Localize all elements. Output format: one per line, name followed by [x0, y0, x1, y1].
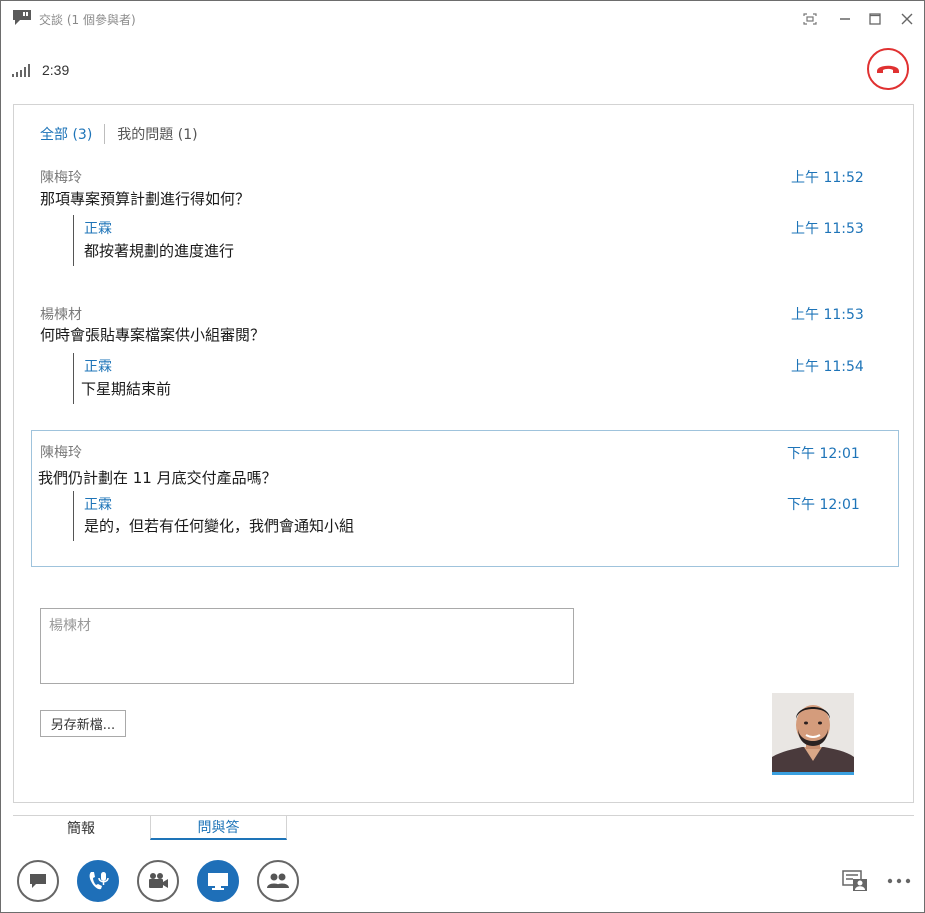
- maximize-button[interactable]: [860, 7, 890, 31]
- chat-app-icon: [12, 9, 32, 27]
- phone-microphone-icon: [89, 872, 109, 890]
- compact-icon: [803, 13, 817, 25]
- reply-time: 下午 12:01: [787, 497, 860, 513]
- reply-author: 正霖: [84, 221, 112, 237]
- reply-time: 上午 11:53: [791, 221, 864, 237]
- more-options-button[interactable]: [881, 860, 917, 902]
- video-camera-icon: [149, 873, 168, 888]
- reply-text: 是的，但若有任何變化，我們會通知小組: [84, 517, 355, 535]
- compact-view-button[interactable]: [795, 7, 825, 31]
- maximize-icon: [869, 13, 881, 25]
- present-button[interactable]: [197, 860, 239, 902]
- participant-photo: [772, 693, 854, 772]
- question-time: 上午 11:53: [791, 307, 864, 323]
- qa-panel: 全部 (3) 我的問題 (1) 陳梅玲 上午 11:52 那項專案預算計劃進行得…: [13, 104, 914, 803]
- filter-all-tab[interactable]: 全部 (3): [40, 124, 92, 144]
- question-asker: 陳梅玲: [40, 445, 82, 461]
- audio-call-button[interactable]: [77, 860, 119, 902]
- reply-indicator-line: [73, 491, 74, 541]
- call-toolbar: [1, 853, 924, 909]
- signal-strength-icon: [12, 64, 30, 77]
- participants-button[interactable]: [257, 860, 299, 902]
- selected-question-item[interactable]: 陳梅玲 下午 12:01 我們仍計劃在 11 月底交付產品嗎？ 正霖 下午 12…: [31, 430, 899, 567]
- question-text: 我們仍計劃在 11 月底交付產品嗎？: [38, 469, 277, 487]
- contact-card-icon: [842, 870, 867, 891]
- question-text: 那項專案預算計劃進行得如何？: [40, 190, 251, 208]
- question-asker: 陳梅玲: [40, 170, 82, 186]
- tab-qa[interactable]: 問與答: [150, 816, 287, 840]
- question-time: 下午 12:01: [787, 446, 860, 462]
- conversation-window: 交談 (1 個參與者) 2:39 全部 (3) 我的問題 (1) 陳梅玲 上午 …: [0, 0, 925, 913]
- monitor-icon: [208, 873, 228, 890]
- qa-filter-bar: 全部 (3) 我的問題 (1): [40, 123, 198, 145]
- reply-text: 都按著規劃的進度進行: [84, 242, 235, 260]
- question-input[interactable]: 楊楝材: [40, 608, 574, 684]
- filter-mine-tab[interactable]: 我的問題 (1): [117, 124, 197, 144]
- hang-up-button[interactable]: [867, 48, 909, 90]
- reply-time: 上午 11:54: [791, 359, 864, 375]
- call-status: 2:39: [12, 61, 69, 79]
- reply-indicator-line: [73, 353, 74, 404]
- call-timer: 2:39: [42, 62, 70, 78]
- contact-card-button[interactable]: [837, 860, 873, 902]
- close-button[interactable]: [892, 7, 922, 31]
- video-button[interactable]: [137, 860, 179, 902]
- reply-author: 正霖: [84, 359, 112, 375]
- reply-text: 下星期結束前: [81, 380, 172, 398]
- close-icon: [901, 13, 913, 25]
- content-tabs: 簡報 問與答: [13, 815, 914, 840]
- window-title: 交談 (1 個參與者): [39, 13, 136, 27]
- filter-divider: [104, 124, 106, 144]
- question-asker: 楊楝材: [40, 307, 82, 323]
- minimize-icon: [840, 18, 850, 20]
- reply-indicator-line: [73, 215, 74, 266]
- minimize-button[interactable]: [830, 7, 860, 31]
- hang-up-phone-icon: [877, 65, 899, 73]
- participant-video-thumbnail[interactable]: [772, 693, 854, 775]
- reply-author: 正霖: [84, 497, 112, 513]
- participants-icon: [267, 873, 289, 888]
- input-placeholder: 楊楝材: [49, 618, 91, 634]
- question-time: 上午 11:52: [791, 170, 864, 186]
- more-dots-icon: [887, 878, 911, 884]
- tab-briefing[interactable]: 簡報: [13, 816, 149, 840]
- im-button[interactable]: [17, 860, 59, 902]
- title-bar: 交談 (1 個參與者): [1, 1, 924, 37]
- save-as-button[interactable]: 另存新檔...: [40, 710, 126, 737]
- question-text: 何時會張貼專案檔案供小組審閱？: [40, 326, 266, 344]
- chat-bubble-icon: [30, 874, 46, 888]
